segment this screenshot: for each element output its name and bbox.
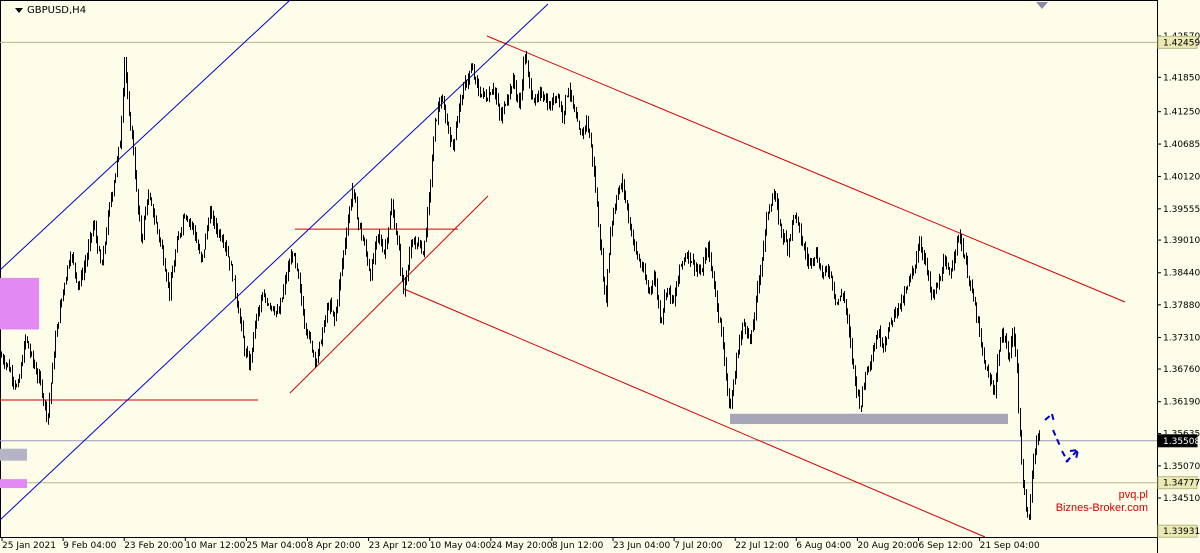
x-tick-label: 10 May 04:00 [430,541,492,551]
y-tick-label: 1.36760 [1163,365,1200,375]
watermark-biznes-broker: Biznes-Broker.com [1055,502,1148,514]
x-tick-label: 23 Jun 04:00 [613,541,670,551]
background-layer [0,0,1158,553]
price-label: 1.42459 [1163,38,1200,48]
y-tick-label: 1.39555 [1163,205,1200,215]
y-tick-label: 1.41250 [1163,108,1200,118]
y-tick-label: 1.36190 [1163,398,1200,408]
x-tick-label: 7 Jul 20:00 [674,541,723,551]
y-tick-label: 1.40685 [1163,140,1200,150]
y-tick-label: 1.37880 [1163,301,1200,311]
y-tick-label: 1.34510 [1163,494,1200,504]
x-tick-label: 23 Apr 12:00 [369,541,428,551]
x-tick-label: 8 Apr 20:00 [308,541,361,551]
y-tick-label: 1.37310 [1163,334,1200,344]
x-tick-label: 25 Jan 2021 [2,541,56,551]
y-tick-label: 1.39010 [1163,236,1200,246]
symbol-label: GBPUSD,H4 [27,5,87,16]
x-tick-label: 9 Feb 04:00 [63,541,117,551]
chart-root: 1.425701.418501.412501.406851.401201.395… [0,0,1200,553]
current-price-label: 1.35508 [1163,437,1200,447]
x-tick-label: 25 Mar 04:00 [246,541,306,551]
y-tick-label: 1.38440 [1163,269,1200,279]
price-chart: 1.425701.418501.412501.406851.401201.395… [0,0,1200,553]
x-tick-label: 20 Aug 20:00 [857,541,918,551]
x-tick-label: 6 Sep 12:00 [919,541,974,551]
x-tick-label: 22 Jul 12:00 [735,541,789,551]
x-tick-label: 24 May 20:00 [491,541,553,551]
y-tick-label: 1.40120 [1163,172,1200,182]
gray-marker-left [0,448,27,461]
price-label: 1.33931 [1163,527,1200,537]
watermark-pvq: pvq.pl [1118,489,1148,501]
x-tick-label: 21 Sep 04:00 [980,541,1040,551]
y-tick-label: 1.41850 [1163,73,1200,83]
chart-menu-triangle-icon[interactable] [15,7,23,13]
x-tick-label: 10 Mar 12:00 [185,541,245,551]
x-tick-label: 8 Jun 12:00 [552,541,604,551]
price-label: 1.34777 [1163,479,1200,489]
y-tick-label: 1.35070 [1163,462,1200,472]
magenta-demand-box [0,277,39,330]
support-zone [730,413,1008,425]
magenta-marker-left [0,479,27,489]
symbol-title: GBPUSD,H4 [15,5,86,16]
x-tick-label: 23 Feb 20:00 [124,541,183,551]
x-tick-label: 6 Aug 04:00 [796,541,851,551]
